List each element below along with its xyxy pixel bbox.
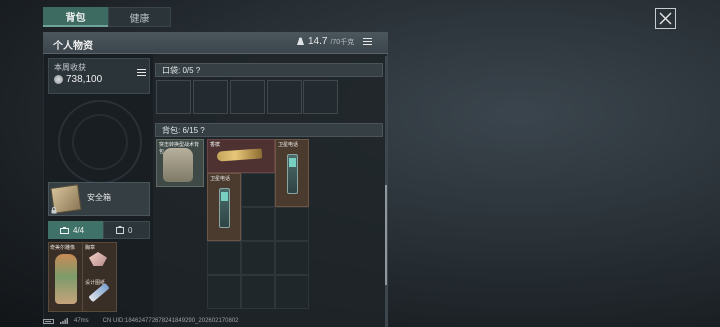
tab-case[interactable]: 0 [103, 221, 150, 239]
tab-charms-label: 4/4 [73, 225, 85, 235]
tab-health[interactable]: 健康 [108, 7, 171, 27]
satellite-phone-icon [219, 188, 230, 228]
weekly-earnings-label: 本周收获 [54, 63, 86, 72]
weekly-amount: 738,100 [66, 74, 103, 85]
weight-indicator: 14.7 /70千克 [296, 36, 373, 47]
case-icon [116, 226, 124, 234]
pocket-slot[interactable] [303, 80, 338, 114]
backpack-icon [163, 148, 193, 182]
weight-current: 14.7 [308, 36, 328, 47]
backpack-slot[interactable] [241, 173, 275, 207]
satellite-phone-label: 卫星电话 [210, 176, 231, 182]
faction-emblem-inner [72, 114, 128, 170]
weight-icon [297, 37, 304, 45]
coin-icon [54, 75, 63, 84]
backpack-slot[interactable] [207, 275, 241, 309]
panel-title: 个人物资 [53, 41, 93, 52]
signal-icon [60, 318, 68, 324]
backpack-slot[interactable] [241, 207, 275, 241]
backpack-slot[interactable] [275, 207, 309, 241]
pocket-slot[interactable] [267, 80, 302, 114]
statue-item[interactable] [55, 254, 77, 304]
tab-case-label: 0 [128, 225, 133, 235]
backpack-slot[interactable] [241, 275, 275, 309]
list-icon[interactable] [363, 38, 373, 45]
champagne-label: 香槟 [210, 142, 221, 148]
backpack-slot[interactable] [207, 241, 241, 275]
satellite-phone-icon [287, 154, 298, 194]
backpack-label: 背包: 6/15 ? [162, 125, 205, 135]
ping-value: 47ms [74, 318, 89, 324]
backpack-slot[interactable] [275, 275, 309, 309]
weekly-list-icon[interactable] [137, 69, 146, 76]
briefcase-icon [60, 226, 69, 234]
charm-label-statue: 奇美尔雕像 [50, 245, 76, 251]
pocket-label: 口袋: 0/5 ? [162, 65, 201, 75]
pocket-header: 口袋: 0/5 ? [155, 63, 383, 77]
scrollbar-thumb[interactable] [385, 185, 387, 285]
satellite-phone-item[interactable]: 卫星电话 [207, 173, 241, 241]
tab-backpack[interactable]: 背包 [43, 7, 108, 27]
satellite-phone-label: 卫星电话 [278, 142, 299, 148]
pocket-slot[interactable] [156, 80, 191, 114]
uid-text: CN UID:18462477267824184929​0_2026021708… [102, 318, 239, 324]
pocket-slot[interactable] [230, 80, 265, 114]
close-button[interactable] [655, 8, 676, 29]
battery-icon [43, 318, 54, 324]
backpack-slot[interactable] [241, 241, 275, 275]
backpack-slot[interactable] [275, 241, 309, 275]
charm-label-badge: 胸章 [85, 245, 96, 251]
close-icon [659, 12, 672, 25]
pocket-slot[interactable] [193, 80, 228, 114]
satellite-phone-item[interactable]: 卫星电话 [275, 139, 309, 207]
weight-max: /70千克 [330, 38, 355, 46]
charm-divider [82, 242, 83, 312]
weekly-earnings-value: 738,100 [54, 74, 102, 85]
backpack-header: 背包: 6/15 ? [155, 123, 383, 137]
status-footer: 47ms CN UID:18462477267824184929​0_20260… [43, 318, 238, 324]
tab-charms[interactable]: 4/4 [48, 221, 103, 239]
lock-icon [51, 207, 57, 214]
safe-box-label: 安全箱 [87, 193, 111, 202]
